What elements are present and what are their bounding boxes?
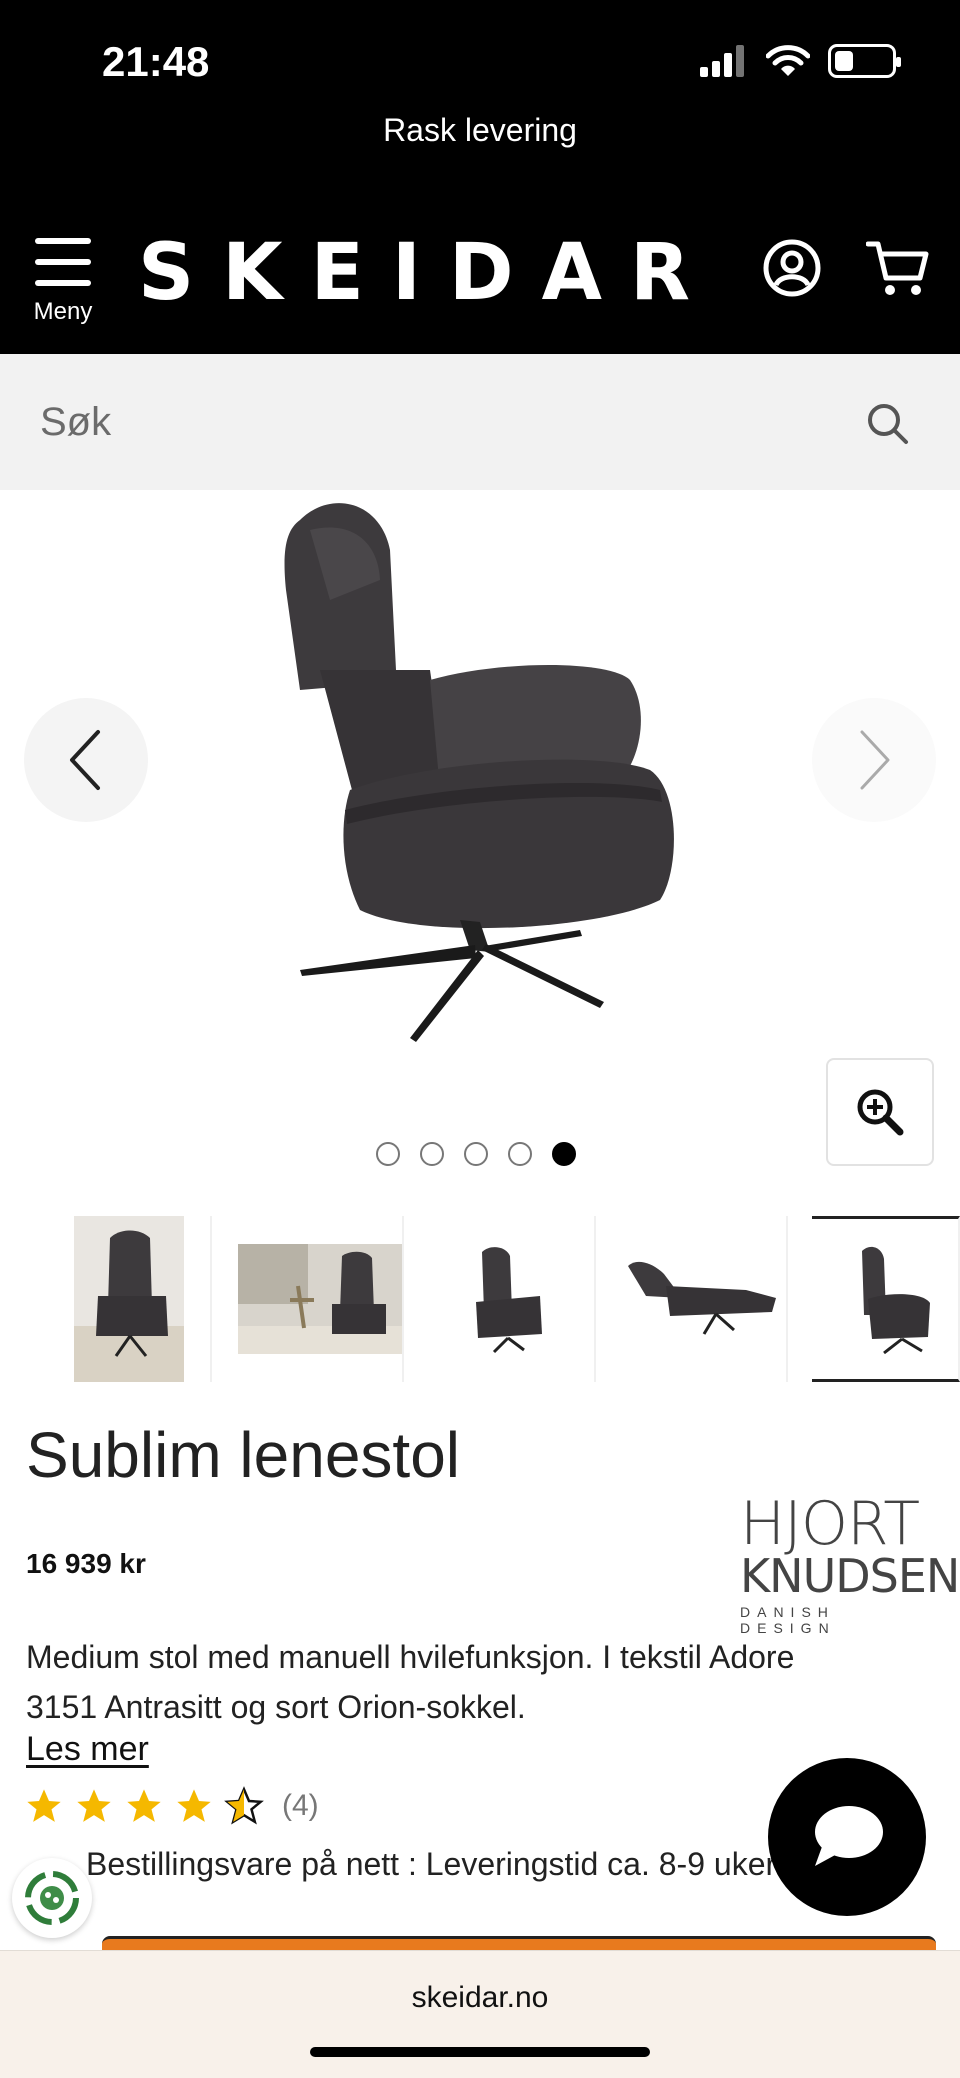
product-title: Sublim lenestol bbox=[26, 1419, 460, 1491]
thumbnail[interactable] bbox=[424, 1216, 596, 1382]
chair-reclined-photo bbox=[628, 1261, 776, 1335]
gallery-dot[interactable] bbox=[376, 1142, 400, 1166]
gallery-dot-active[interactable] bbox=[552, 1142, 576, 1166]
brand-logo-line2: KNUDSEN bbox=[740, 1549, 960, 1603]
search-input[interactable] bbox=[40, 388, 820, 456]
wifi-icon bbox=[766, 45, 810, 76]
star-full-icon bbox=[177, 1789, 211, 1822]
product-image[interactable] bbox=[0, 490, 960, 1090]
menu-label: Meny bbox=[33, 298, 93, 325]
status-icons bbox=[700, 44, 901, 78]
gallery-pagination bbox=[376, 1142, 576, 1166]
rating-count: (4) bbox=[282, 1789, 319, 1822]
thumbnail-strip bbox=[0, 1216, 960, 1386]
thumbnail[interactable] bbox=[616, 1216, 788, 1382]
gallery-dot[interactable] bbox=[420, 1142, 444, 1166]
chevron-right-icon bbox=[860, 730, 890, 790]
product-gallery[interactable] bbox=[0, 490, 960, 1210]
search-bar bbox=[0, 354, 960, 490]
zoom-button[interactable] bbox=[826, 1058, 934, 1166]
battery-icon bbox=[828, 44, 901, 78]
chevron-left-icon bbox=[70, 730, 100, 790]
chair-front-photo bbox=[74, 1216, 184, 1382]
product-description: Medium stol med manuell hvilefunksjon. I… bbox=[26, 1639, 795, 1725]
recycle-icon bbox=[25, 1871, 79, 1925]
brand-logo-line1: HJORT bbox=[740, 1489, 920, 1559]
thumbnail[interactable] bbox=[40, 1216, 212, 1382]
next-image-button[interactable] bbox=[812, 698, 936, 822]
read-more-link[interactable]: Les mer bbox=[26, 1730, 149, 1769]
search-icon[interactable] bbox=[864, 400, 912, 448]
thumbnail[interactable] bbox=[232, 1216, 404, 1382]
product-price: 16 939 kr bbox=[26, 1548, 146, 1579]
star-full-icon bbox=[127, 1789, 161, 1822]
star-half-icon bbox=[224, 1786, 264, 1825]
star-full-icon bbox=[77, 1789, 111, 1822]
url-text: skeidar.no bbox=[411, 1981, 549, 2014]
chair-room-photo bbox=[238, 1244, 402, 1354]
promo-banner[interactable]: Rask levering bbox=[0, 112, 960, 149]
chat-bubble-icon bbox=[815, 1806, 883, 1866]
zoom-in-icon bbox=[857, 1089, 904, 1136]
signal-icon bbox=[700, 45, 744, 77]
cart-icon[interactable] bbox=[866, 238, 930, 298]
gallery-dot[interactable] bbox=[464, 1142, 488, 1166]
delivery-info: Bestillingsvare på nett : Leveringstid c… bbox=[86, 1846, 777, 1882]
chair-side-photo bbox=[862, 1246, 930, 1355]
status-time: 21:48 bbox=[102, 38, 210, 85]
account-icon[interactable] bbox=[762, 238, 822, 298]
home-indicator bbox=[310, 2047, 650, 2057]
eco-badge[interactable] bbox=[12, 1858, 92, 1938]
skeidar-logo[interactable]: SKEIDAR bbox=[138, 228, 718, 318]
chair-angle-photo bbox=[476, 1247, 542, 1354]
star-full-icon bbox=[27, 1789, 61, 1822]
browser-address-bar[interactable]: skeidar.no bbox=[0, 1950, 960, 2078]
menu-button[interactable]: Meny bbox=[30, 238, 96, 326]
hamburger-icon bbox=[35, 238, 91, 286]
gallery-dot[interactable] bbox=[508, 1142, 532, 1166]
chat-button[interactable] bbox=[768, 1758, 926, 1916]
brand-logo[interactable]: HJORT KNUDSEN DANISH DESIGN bbox=[740, 1489, 960, 1636]
product-rating[interactable]: (4) bbox=[24, 1786, 319, 1826]
thumbnail-selected[interactable] bbox=[812, 1216, 960, 1382]
previous-image-button[interactable] bbox=[24, 698, 148, 822]
